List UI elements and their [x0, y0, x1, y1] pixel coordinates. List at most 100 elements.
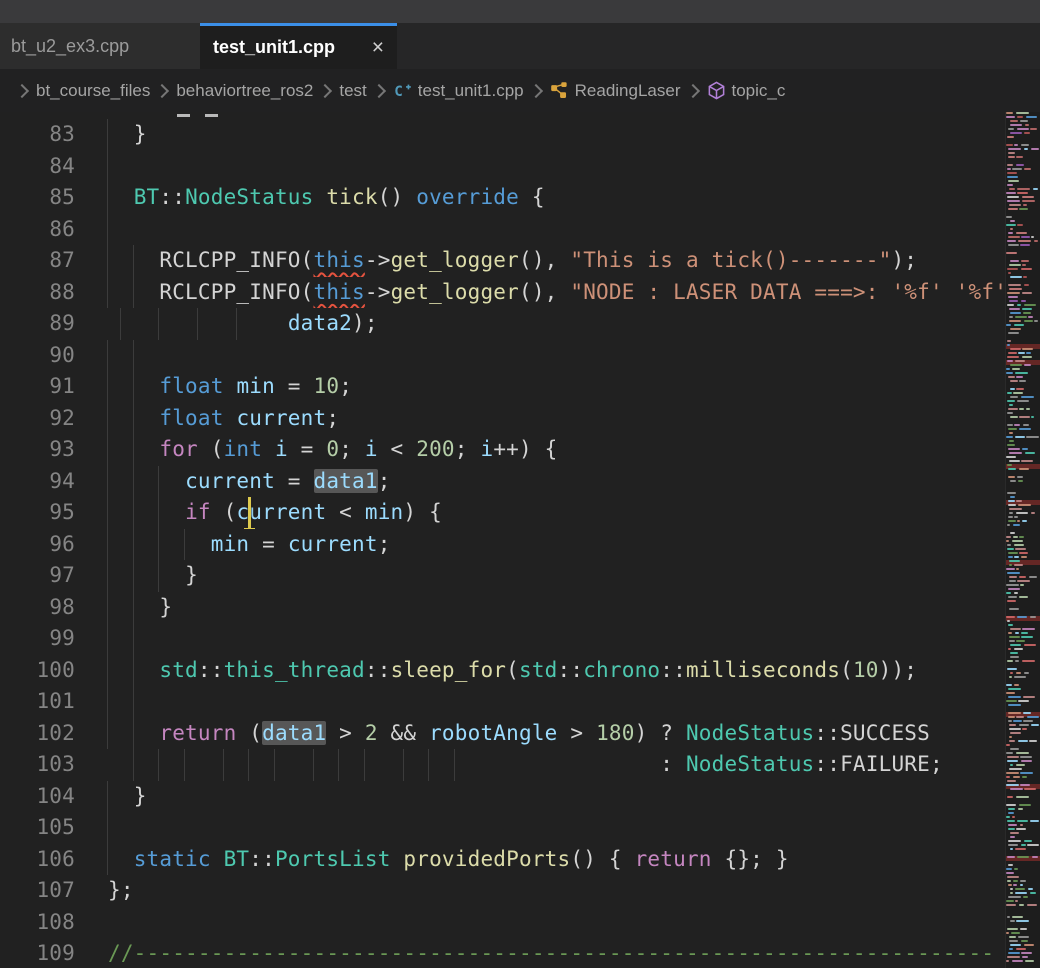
minimap-code-segment [1008, 156, 1015, 158]
minimap-code-segment [1022, 200, 1035, 202]
minimap-code-segment [1007, 424, 1013, 426]
line-number[interactable]: 108 [0, 907, 75, 939]
code-line[interactable]: 103 : NodeStatus::FAILURE; [0, 749, 1006, 781]
indent-guide [107, 340, 108, 372]
breadcrumb-item-topic-c[interactable]: topic_c [707, 81, 786, 101]
code-line[interactable]: 102 return (data1 > 2 && robotAngle > 18… [0, 718, 1006, 750]
line-number[interactable]: 89 [0, 308, 75, 340]
line-number[interactable]: 83 [0, 119, 75, 151]
line-number[interactable]: 105 [0, 812, 75, 844]
code-line[interactable]: 101 [0, 686, 1006, 718]
minimap-code-segment [1008, 864, 1013, 866]
line-number[interactable]: 103 [0, 749, 75, 781]
line-number[interactable]: 100 [0, 655, 75, 687]
breadcrumb-item-test[interactable]: test [339, 81, 366, 101]
line-number[interactable]: 90 [0, 340, 75, 372]
minimap-code-segment [1022, 448, 1028, 450]
minimap-code-segment [1006, 192, 1016, 194]
minimap-code-segment [1020, 772, 1033, 774]
line-number[interactable]: 87 [0, 245, 75, 277]
code-line[interactable]: 85 BT::NodeStatus tick() override { [0, 182, 1006, 214]
indent-guide [133, 245, 134, 277]
line-number[interactable]: 88 [0, 277, 75, 309]
minimap-code-segment [1006, 960, 1009, 962]
code-line[interactable]: 94 current = data1; [0, 466, 1006, 498]
code-token: :: [249, 847, 275, 871]
minimap-code-segment [1018, 700, 1029, 702]
line-number[interactable]: 97 [0, 560, 75, 592]
minimap-code-segment [1025, 452, 1035, 454]
line-number[interactable]: 86 [0, 214, 75, 246]
code-line[interactable]: 96 min = current; [0, 529, 1006, 561]
line-number[interactable]: 107 [0, 875, 75, 907]
code-area[interactable]: 83 }8485 BT::NodeStatus tick() override … [0, 112, 1006, 968]
code-line[interactable]: 86 [0, 214, 1006, 246]
line-number[interactable]: 109 [0, 938, 75, 968]
close-icon[interactable]: × [372, 37, 384, 58]
minimap-code-segment [1016, 500, 1022, 502]
code-line[interactable]: 95 if (current < min) { [0, 497, 1006, 529]
minimap-code-segment [1006, 772, 1019, 774]
editor-tab[interactable]: bt_u2_ex3.cpp [0, 23, 200, 69]
line-number[interactable]: 95 [0, 497, 75, 529]
breadcrumb-item-bt-course-files[interactable]: bt_course_files [36, 81, 150, 101]
code-line[interactable]: 106 static BT::PortsList providedPorts()… [0, 844, 1006, 876]
editor-tab[interactable]: test_unit1.cpp× [200, 23, 397, 69]
code-line[interactable]: 100 std::this_thread::sleep_for(std::chr… [0, 655, 1006, 687]
minimap-code-segment [1024, 944, 1034, 946]
code-token: () [378, 185, 417, 209]
code-line[interactable]: 104 } [0, 781, 1006, 813]
code-line[interactable]: 93 for (int i = 0; i < 200; i++) { [0, 434, 1006, 466]
code-editor[interactable]: 83 }8485 BT::NodeStatus tick() override … [0, 112, 1040, 968]
line-number[interactable]: 94 [0, 466, 75, 498]
line-number[interactable]: 101 [0, 686, 75, 718]
line-number[interactable]: 92 [0, 403, 75, 435]
minimap[interactable] [1005, 112, 1040, 968]
code-line[interactable]: 90 [0, 340, 1006, 372]
indent-guide [158, 560, 159, 592]
code-line[interactable]: 87 RCLCPP_INFO(this->get_logger(), "This… [0, 245, 1006, 277]
line-number[interactable]: 99 [0, 623, 75, 655]
line-number[interactable]: 106 [0, 844, 75, 876]
minimap-code-segment [1006, 540, 1009, 542]
minimap-code-segment [1014, 684, 1019, 686]
minimap-code-segment [1006, 700, 1017, 702]
line-number[interactable]: 96 [0, 529, 75, 561]
code-line[interactable]: 107}; [0, 875, 1006, 907]
line-number[interactable]: 91 [0, 371, 75, 403]
code-token: :: [660, 658, 686, 682]
breadcrumb-label: behaviortree_ros2 [176, 81, 313, 101]
code-line[interactable]: 98 } [0, 592, 1006, 624]
code-line[interactable]: 91 float min = 10; [0, 371, 1006, 403]
breadcrumb-item-test-unit1-cpp[interactable]: C test_unit1.cpp [393, 81, 524, 101]
code-line[interactable]: 88 RCLCPP_INFO(this->get_logger(), "NODE… [0, 277, 1006, 309]
code-line[interactable]: 97 } [0, 560, 1006, 592]
breadcrumb-item-readinglaser[interactable]: ReadingLaser [550, 81, 681, 101]
code-line[interactable]: 108 [0, 907, 1006, 939]
code-line[interactable]: 84 [0, 151, 1006, 183]
code-line[interactable]: 99 [0, 623, 1006, 655]
code-line[interactable]: 105 [0, 812, 1006, 844]
minimap-code-segment [1008, 376, 1015, 378]
code-line[interactable]: 92 float current; [0, 403, 1006, 435]
breadcrumb-item-behaviortree-ros2[interactable]: behaviortree_ros2 [176, 81, 313, 101]
line-number[interactable]: 85 [0, 182, 75, 214]
line-number[interactable]: 104 [0, 781, 75, 813]
minimap-code-segment [1032, 856, 1038, 858]
minimap-code-segment [1019, 408, 1024, 410]
minimap-code-segment [1016, 796, 1029, 798]
line-number[interactable]: 84 [0, 151, 75, 183]
code-line[interactable]: 109//-----------------------------------… [0, 938, 1006, 968]
code-line[interactable]: 83 } [0, 119, 1006, 151]
line-number[interactable]: 98 [0, 592, 75, 624]
line-number[interactable]: 102 [0, 718, 75, 750]
code-token: ( [506, 658, 519, 682]
minimap-code-segment [1018, 504, 1031, 506]
minimap-code-segment [1010, 364, 1022, 366]
code-line[interactable]: 89 data2); [0, 308, 1006, 340]
minimap-code-segment [1010, 848, 1013, 850]
minimap-code-segment [1008, 408, 1018, 410]
minimap-code-segment [1010, 920, 1015, 922]
line-number[interactable]: 93 [0, 434, 75, 466]
code-token: this_thread [224, 658, 365, 682]
